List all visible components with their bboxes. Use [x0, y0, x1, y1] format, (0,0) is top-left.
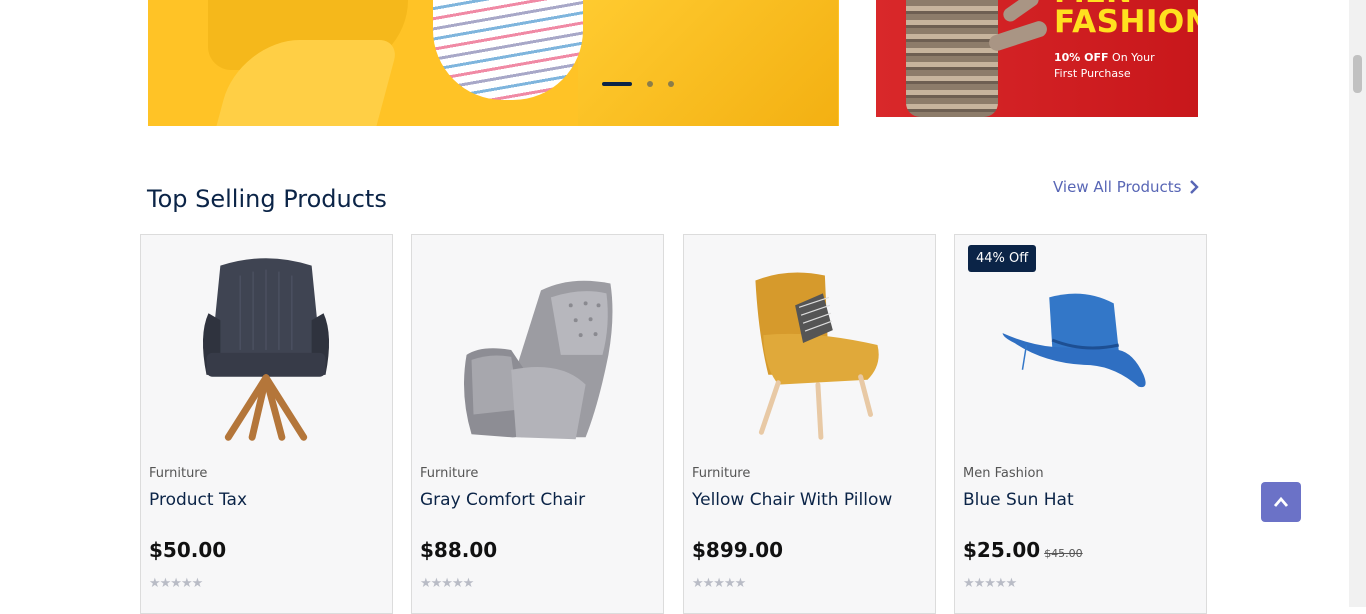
product-current-price: $899.00: [692, 538, 784, 562]
product-old-price: $45.00: [1044, 547, 1083, 560]
hero-decoration: [578, 0, 838, 126]
product-image[interactable]: [684, 235, 935, 455]
chevron-up-icon: [1273, 496, 1289, 507]
product-current-price: $88.00: [420, 538, 498, 562]
product-card[interactable]: Furniture Product Tax $50.00 ★★★★★: [140, 234, 393, 614]
view-all-products-link[interactable]: View All Products: [1053, 178, 1200, 196]
hero-product-image: [433, 0, 583, 100]
rating-stars-icon: ★★★★★: [963, 576, 1017, 591]
product-price: $899.00: [692, 538, 783, 562]
banner-headline: FASHION: [1054, 4, 1198, 40]
slider-dot[interactable]: [647, 81, 653, 87]
product-title[interactable]: Gray Comfort Chair: [420, 490, 585, 510]
product-card[interactable]: 44% Off Men Fashion Blue Sun Hat $25.00 $…: [954, 234, 1207, 614]
product-current-price: $25.00: [963, 538, 1041, 562]
banner-offer-bold: 10% OFF: [1054, 51, 1109, 64]
product-category[interactable]: Furniture: [420, 466, 478, 481]
rating-stars-icon: ★★★★★: [420, 576, 474, 591]
slider-dots: [602, 80, 674, 88]
product-image[interactable]: [412, 235, 663, 455]
section-title: Top Selling Products: [147, 185, 387, 213]
back-to-top-button[interactable]: [1261, 482, 1301, 522]
product-category[interactable]: Men Fashion: [963, 466, 1044, 481]
product-price: $50.00: [149, 538, 226, 562]
product-card[interactable]: Furniture Gray Comfort Chair $88.00 ★★★★…: [411, 234, 664, 614]
product-image[interactable]: [141, 235, 392, 455]
rating-stars-icon: ★★★★★: [149, 576, 203, 591]
men-fashion-banner[interactable]: MEN FASHION 10% OFF On Your First Purcha…: [876, 0, 1198, 117]
product-category[interactable]: Furniture: [149, 466, 207, 481]
page-scrollbar[interactable]: [1349, 0, 1366, 607]
hero-slider[interactable]: [148, 0, 839, 126]
product-title[interactable]: Product Tax: [149, 490, 247, 510]
slider-dot-active[interactable]: [602, 82, 632, 86]
product-title[interactable]: Blue Sun Hat: [963, 490, 1074, 510]
scrollbar-thumb[interactable]: [1353, 55, 1362, 93]
slider-dot[interactable]: [668, 81, 674, 87]
product-price: $25.00 $45.00: [963, 538, 1083, 562]
chevron-right-icon: [1189, 180, 1199, 194]
banner-offer: 10% OFF On Your First Purchase: [1054, 50, 1155, 82]
banner-model-image: [906, 0, 998, 117]
product-current-price: $50.00: [149, 538, 227, 562]
product-price: $88.00: [420, 538, 497, 562]
product-title[interactable]: Yellow Chair With Pillow: [692, 490, 892, 510]
product-category[interactable]: Furniture: [692, 466, 750, 481]
banner-offer-text: On Your: [1112, 51, 1155, 64]
view-all-label: View All Products: [1053, 178, 1182, 196]
banner-offer-line2: First Purchase: [1054, 67, 1131, 80]
rating-stars-icon: ★★★★★: [692, 576, 746, 591]
product-card[interactable]: Furniture Yellow Chair With Pillow $899.…: [683, 234, 936, 614]
banner-model-image: [1000, 0, 1042, 25]
discount-badge: 44% Off: [968, 245, 1037, 272]
